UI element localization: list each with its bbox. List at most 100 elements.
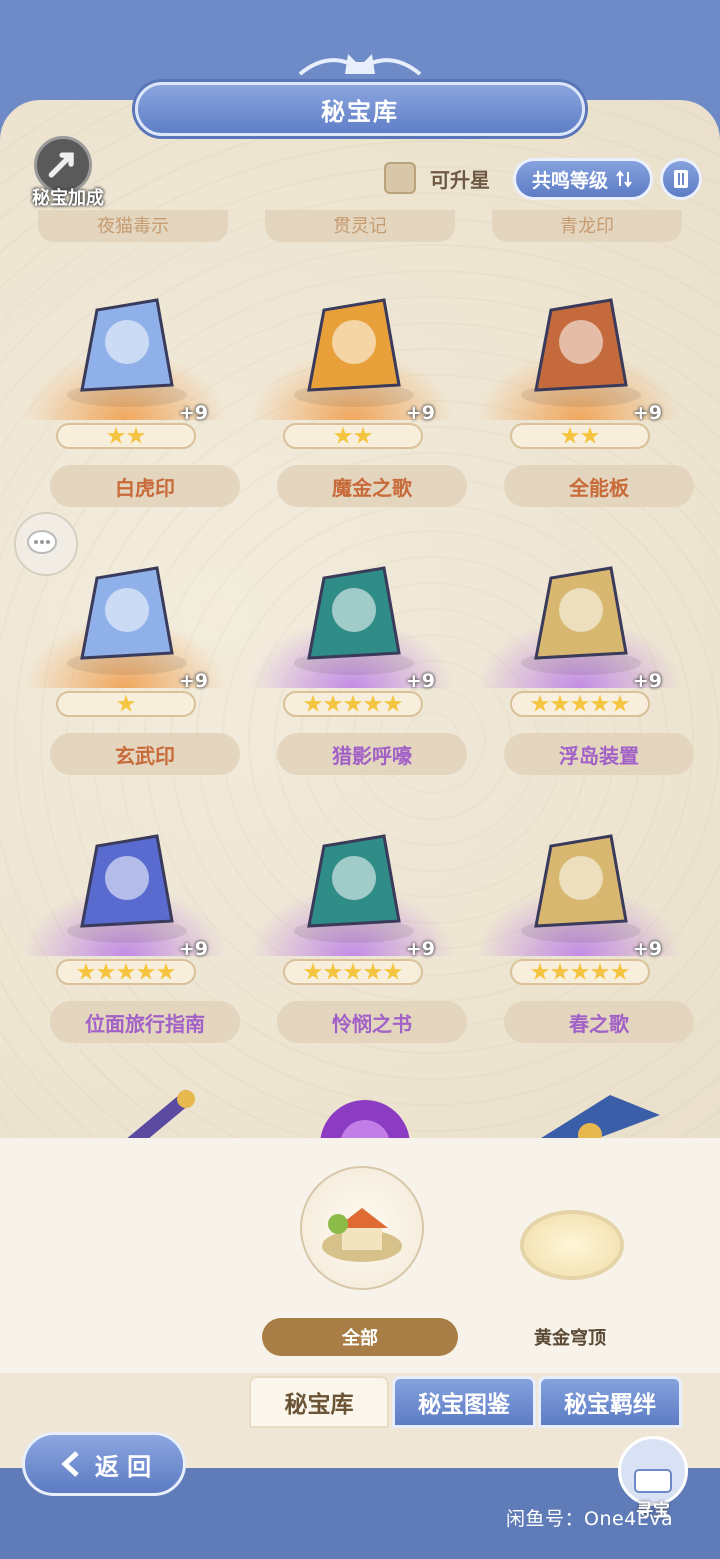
treasure-name: 怜悯之书 <box>277 1001 467 1043</box>
level-plus: +9 <box>405 938 435 960</box>
codex-button[interactable] <box>660 158 702 200</box>
treasure-name: 猎影呼嚎 <box>277 733 467 775</box>
star-icon <box>383 694 403 712</box>
treasure-card[interactable]: +9 怜悯之书 <box>239 796 467 1046</box>
treasure-art <box>294 298 414 407</box>
star-bar <box>56 959 196 985</box>
treasure-art <box>521 834 641 943</box>
treasure-art <box>521 298 641 407</box>
treasure-card[interactable]: +9 浮岛装置 <box>466 528 694 778</box>
category-all-label[interactable]: 全部 <box>262 1318 458 1356</box>
chat-bubble-icon <box>27 530 57 554</box>
star-icon <box>550 962 570 980</box>
level-plus: +9 <box>632 938 662 960</box>
star-icon <box>333 426 353 444</box>
treasure-card[interactable]: +9 春之歌 <box>466 796 694 1046</box>
category-all-button[interactable] <box>300 1166 424 1290</box>
star-icon <box>303 962 323 980</box>
star-icon <box>323 694 343 712</box>
level-plus: +9 <box>178 938 208 960</box>
treasure-art <box>294 566 414 675</box>
treasure-hunt-button[interactable]: 寻宝 <box>618 1436 688 1521</box>
back-label: 返 回 <box>94 1452 152 1481</box>
island-house-icon <box>322 1208 402 1262</box>
upgradable-checkbox[interactable] <box>384 162 416 194</box>
watermark-text: 闲鱼号：One4Eva <box>506 1508 674 1530</box>
treasure-name: 位面旅行指南 <box>50 1001 240 1043</box>
star-icon <box>570 694 590 712</box>
treasure-name: 全能板 <box>504 465 694 507</box>
star-bar <box>510 959 650 985</box>
star-icon <box>323 962 343 980</box>
star-icon <box>580 426 600 444</box>
sort-label: 共鸣等级 <box>531 169 608 192</box>
sort-resonance-button[interactable]: 共鸣等级 <box>513 158 653 200</box>
star-bar <box>56 691 196 717</box>
star-bar <box>283 959 423 985</box>
level-plus: +9 <box>178 402 208 424</box>
star-icon <box>136 962 156 980</box>
star-icon <box>590 694 610 712</box>
treasure-art <box>521 566 641 675</box>
star-bar <box>56 423 196 449</box>
back-arrow-icon <box>61 1451 79 1477</box>
treasure-boost-button[interactable]: 秘宝加成 <box>18 134 118 214</box>
partial-book-art[interactable] <box>510 1085 680 1145</box>
star-bar <box>510 423 650 449</box>
category-golden-dome-button[interactable] <box>520 1210 624 1280</box>
treasure-card[interactable]: +9 白虎印 <box>12 260 240 510</box>
star-icon <box>530 694 550 712</box>
star-icon <box>303 694 323 712</box>
star-icon <box>383 962 403 980</box>
star-icon <box>610 694 630 712</box>
treasure-name: 魔金之歌 <box>277 465 467 507</box>
cat-crest-ornament <box>298 54 422 76</box>
level-plus: +9 <box>632 670 662 692</box>
star-icon <box>570 962 590 980</box>
sort-icon <box>616 170 632 188</box>
boost-label: 秘宝加成 <box>32 188 104 209</box>
tab-bonds[interactable]: 秘宝羁绊 <box>538 1376 682 1428</box>
treasure-card[interactable]: +9 全能板 <box>466 260 694 510</box>
tab-codex[interactable]: 秘宝图鉴 <box>392 1376 536 1428</box>
tab-treasury[interactable]: 秘宝库 <box>249 1376 389 1428</box>
partial-sword-art[interactable] <box>90 1085 260 1145</box>
star-icon <box>560 426 580 444</box>
star-bar <box>283 423 423 449</box>
star-icon <box>116 694 136 712</box>
treasure-art <box>294 834 414 943</box>
star-icon <box>550 694 570 712</box>
upgradable-filter[interactable]: 可升星 <box>384 162 490 194</box>
treasure-card[interactable]: +9 猎影呼嚎 <box>239 528 467 778</box>
star-icon <box>96 962 116 980</box>
star-bar <box>283 691 423 717</box>
partial-portal-art[interactable] <box>285 1085 455 1145</box>
treasure-card[interactable]: +9 魔金之歌 <box>239 260 467 510</box>
category-golden-dome-label[interactable]: 黄金穹顶 <box>510 1324 630 1350</box>
treasure-name: 春之歌 <box>504 1001 694 1043</box>
star-icon <box>530 962 550 980</box>
page-title: 秘宝库 <box>135 82 585 136</box>
level-plus: +9 <box>405 670 435 692</box>
chat-button[interactable] <box>14 512 78 576</box>
star-bar <box>510 691 650 717</box>
partial-item-label: 夜猫毒示 <box>38 210 228 242</box>
star-icon <box>343 694 363 712</box>
treasure-art <box>67 834 187 943</box>
level-plus: +9 <box>405 402 435 424</box>
star-icon <box>353 426 373 444</box>
star-icon <box>610 962 630 980</box>
treasure-name: 玄武印 <box>50 733 240 775</box>
treasure-name: 浮岛装置 <box>504 733 694 775</box>
back-button[interactable]: 返 回 <box>22 1432 186 1496</box>
partial-item-label: 贯灵记 <box>265 210 455 242</box>
level-plus: +9 <box>178 670 208 692</box>
treasure-chest-icon <box>634 1469 672 1493</box>
star-icon <box>590 962 610 980</box>
star-icon <box>156 962 176 980</box>
treasure-art <box>67 298 187 407</box>
star-icon <box>106 426 126 444</box>
treasure-card[interactable]: +9 位面旅行指南 <box>12 796 240 1046</box>
treasure-name: 白虎印 <box>50 465 240 507</box>
star-icon <box>363 694 383 712</box>
